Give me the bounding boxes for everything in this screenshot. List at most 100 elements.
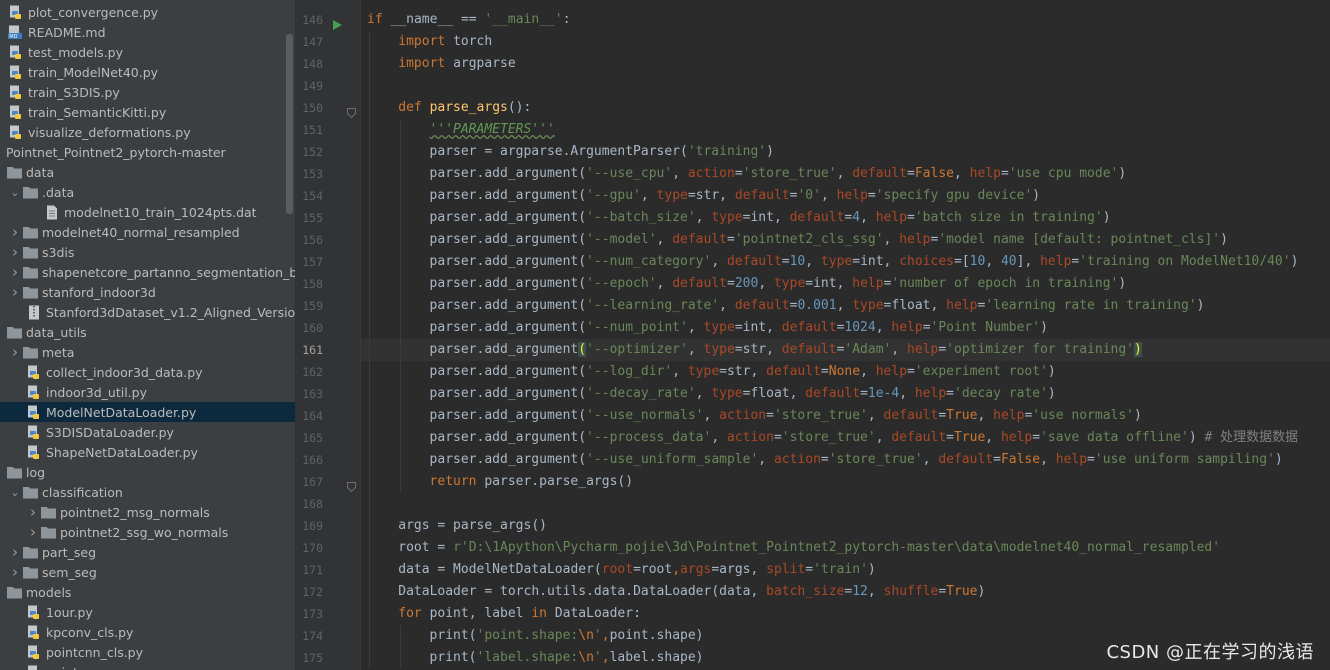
code-line[interactable]: parser.add_argument('--num_point', type=… <box>361 317 1330 339</box>
chevron-right-icon[interactable]: › <box>8 542 22 562</box>
chevron-right-icon[interactable]: › <box>26 522 40 542</box>
code-line[interactable]: parser = argparse.ArgumentParser('traini… <box>361 141 1330 163</box>
chevron-right-icon[interactable]: › <box>8 562 22 582</box>
code-line[interactable]: def parse_args(): <box>361 97 1330 119</box>
code-token: 'decay rate' <box>954 386 1048 401</box>
chevron-right-icon[interactable]: › <box>8 282 22 302</box>
code-line[interactable]: parser.add_argument('--log_dir', type=st… <box>361 361 1330 383</box>
code-token: type <box>820 254 853 269</box>
tree-item[interactable]: indoor3d_util.py <box>0 382 295 402</box>
code-token: = <box>860 386 868 401</box>
tree-item[interactable]: ⌄ .data <box>0 182 295 202</box>
tree-item[interactable]: test_models.py <box>0 42 295 62</box>
tree-item[interactable]: pointconv.py <box>0 662 295 670</box>
code-token: = <box>781 254 790 269</box>
tree-item[interactable]: › stanford_indoor3d <box>0 282 295 302</box>
tree-item[interactable]: train_SemanticKitti.py <box>0 102 295 122</box>
tree-item[interactable]: collect_indoor3d_data.py <box>0 362 295 382</box>
code-line[interactable]: root = r'D:\1Apython\Pycharm_pojie\3d\Po… <box>361 537 1330 559</box>
folder-icon <box>22 284 38 300</box>
fold-icon[interactable] <box>347 477 356 496</box>
code-line[interactable]: parser.add_argument('--learning_rate', d… <box>361 295 1330 317</box>
code-line[interactable] <box>361 75 1330 97</box>
line-number: 167 <box>302 475 323 489</box>
tree-item[interactable]: › s3dis <box>0 242 295 262</box>
code-line[interactable]: parser.add_argument('--use_cpu', action=… <box>361 163 1330 185</box>
tree-item[interactable]: ModelNetDataLoader.py <box>0 402 295 422</box>
tree-item[interactable]: Stanford3dDataset_v1.2_Aligned_Version.z… <box>0 302 295 322</box>
tree-item[interactable]: data_utils <box>0 322 295 342</box>
chevron-down-icon[interactable]: ⌄ <box>8 182 22 202</box>
tree-item-label: train_ModelNet40.py <box>28 64 159 80</box>
code-token: import <box>398 34 454 49</box>
code-line[interactable] <box>361 493 1330 515</box>
code-token: data = ModelNetDataLoader( <box>398 562 602 577</box>
code-line[interactable]: parser.add_argument('--model', default='… <box>361 229 1330 251</box>
code-editor[interactable]: if __name__ == '__main__': import torch im… <box>361 0 1330 670</box>
tree-item[interactable]: ShapeNetDataLoader.py <box>0 442 295 462</box>
tree-item[interactable]: models <box>0 582 295 602</box>
tree-item[interactable]: data <box>0 162 295 182</box>
code-line[interactable]: parser.add_argument('--use_uniform_sampl… <box>361 449 1330 471</box>
code-token: shuffle <box>883 584 939 599</box>
tree-item[interactable]: visualize_deformations.py <box>0 122 295 142</box>
code-line[interactable]: parser.add_argument('--num_category', de… <box>361 251 1330 273</box>
code-line[interactable]: parser.add_argument('--epoch', default=2… <box>361 273 1330 295</box>
code-token: 'save data offline' <box>1040 430 1189 445</box>
code-token: , <box>922 452 939 467</box>
code-line[interactable]: parser.add_argument('--batch_size', type… <box>361 207 1330 229</box>
code-line[interactable]: parser.add_argument('--decay_rate', type… <box>361 383 1330 405</box>
code-line[interactable]: parser.add_argument('--use_normals', act… <box>361 405 1330 427</box>
code-line[interactable]: return parser.parse_args() <box>361 471 1330 493</box>
tree-item[interactable]: ⌄ classification <box>0 482 295 502</box>
code-token: = <box>1087 452 1095 467</box>
code-line[interactable]: parser.add_argument('--optimizer', type=… <box>361 339 1330 361</box>
tree-item[interactable]: MD README.md <box>0 22 295 42</box>
chevron-down-icon[interactable]: ⌄ <box>8 482 22 502</box>
code-line[interactable]: import argparse <box>361 53 1330 75</box>
line-number: 169 <box>302 519 323 533</box>
fold-icon[interactable] <box>347 103 356 122</box>
chevron-right-icon[interactable]: › <box>8 242 22 262</box>
run-icon[interactable] <box>333 15 342 34</box>
tree-item[interactable]: › shapenetcore_partanno_segmentation_benc… <box>0 262 295 282</box>
code-token: ) <box>1102 210 1111 225</box>
tree-item[interactable]: › meta <box>0 342 295 362</box>
tree-item[interactable]: log <box>0 462 295 482</box>
tree-item[interactable]: train_S3DIS.py <box>0 82 295 102</box>
code-token: , <box>891 342 908 357</box>
tree-item[interactable]: › part_seg <box>0 542 295 562</box>
tree-item[interactable]: modelnet10_train_1024pts.dat <box>0 202 295 222</box>
chevron-right-icon[interactable]: › <box>8 262 22 282</box>
tree-item[interactable]: Pointnet_Pointnet2_pytorch-master <box>0 142 295 162</box>
tree-scrollbar-thumb[interactable] <box>286 34 293 214</box>
tree-item[interactable]: plot_convergence.py <box>0 2 295 22</box>
tree-item[interactable]: › pointnet2_ssg_wo_normals <box>0 522 295 542</box>
tree-item[interactable]: › sem_seg <box>0 562 295 582</box>
tree-item[interactable]: kpconv_cls.py <box>0 622 295 642</box>
code-line[interactable]: if __name__ == '__main__': <box>361 9 1330 31</box>
code-token: type <box>656 188 688 203</box>
tree-item[interactable]: 1our.py <box>0 602 295 622</box>
code-line[interactable]: '''PARAMETERS''' <box>361 119 1330 141</box>
chevron-right-icon[interactable]: › <box>8 222 22 242</box>
chevron-right-icon[interactable]: › <box>26 502 40 522</box>
project-tree-panel[interactable]: plot_convergence.py MD README.md test_model… <box>0 0 295 670</box>
tree-item[interactable]: › modelnet40_normal_resampled <box>0 222 295 242</box>
code-line[interactable]: data = ModelNetDataLoader(root=root,args… <box>361 559 1330 581</box>
code-line[interactable]: for point, label in DataLoader: <box>361 603 1330 625</box>
code-token: int <box>860 254 884 269</box>
chevron-right-icon[interactable]: › <box>8 342 22 362</box>
tree-item[interactable]: › pointnet2_msg_normals <box>0 502 295 522</box>
code-token: point, label <box>429 606 532 621</box>
code-line[interactable]: DataLoader = torch.utils.data.DataLoader… <box>361 581 1330 603</box>
code-line[interactable]: parser.add_argument('--process_data', ac… <box>361 427 1330 449</box>
code-line[interactable]: args = parse_args() <box>361 515 1330 537</box>
tree-item[interactable]: train_ModelNet40.py <box>0 62 295 82</box>
python-file-icon <box>8 124 24 140</box>
tree-item[interactable]: S3DISDataLoader.py <box>0 422 295 442</box>
tree-item[interactable]: pointcnn_cls.py <box>0 642 295 662</box>
code-line[interactable]: parser.add_argument('--gpu', type=str, d… <box>361 185 1330 207</box>
code-line[interactable]: import torch <box>361 31 1330 53</box>
code-token: int <box>742 320 767 335</box>
